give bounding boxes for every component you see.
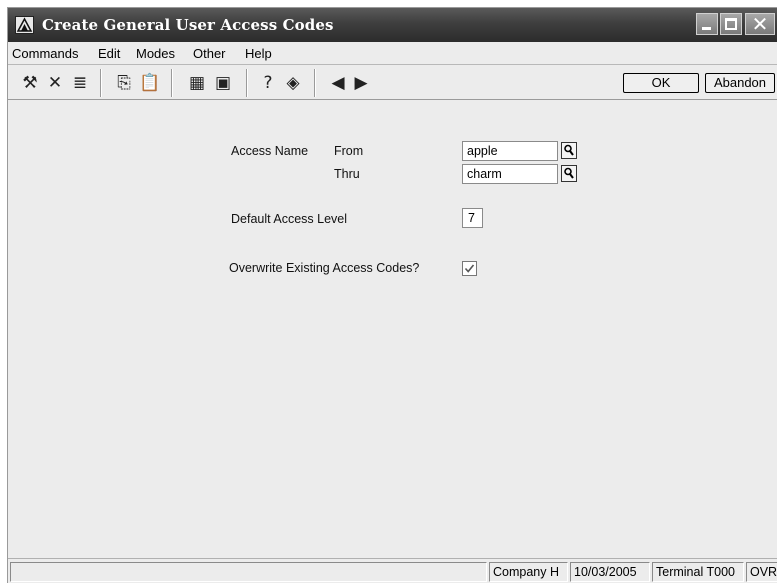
overwrite-label: Overwrite Existing Access Codes? — [229, 261, 420, 275]
book-icon[interactable]: ◈ — [282, 72, 304, 94]
abandon-button[interactable]: Abandon — [705, 73, 775, 93]
access-name-label: Access Name — [231, 144, 309, 158]
lookup-icon — [564, 167, 574, 179]
status-bar: Company H 10/03/2005 Terminal T000 OVR — [8, 558, 777, 583]
checkmark-icon — [464, 264, 475, 273]
menu-modes[interactable]: Modes — [136, 46, 175, 61]
back-icon[interactable]: ◀ — [327, 72, 349, 94]
menu-other[interactable]: Other — [193, 46, 226, 61]
close-button[interactable]: ✕ — [745, 12, 775, 36]
toolbar: ⚒ ✕ ≣ ⎘ 📋 ▦ ▣ ? ◈ ◀ ▶ OK Abandon — [8, 66, 777, 100]
maximize-button[interactable] — [720, 13, 742, 35]
maximize-icon — [725, 18, 737, 30]
delete-x-icon[interactable]: ✕ — [44, 72, 66, 94]
overwrite-checkbox[interactable] — [462, 261, 477, 276]
status-mode: OVR — [746, 562, 777, 582]
title-bar[interactable]: Create General User Access Codes ✕ — [8, 8, 777, 42]
minimize-button[interactable] — [696, 13, 718, 35]
paste-icon[interactable]: 📋 — [139, 72, 161, 94]
from-lookup-button[interactable] — [561, 142, 577, 159]
copy-icon[interactable]: ⎘ — [113, 72, 135, 94]
lookup-icon — [564, 144, 574, 156]
toolbar-separator — [171, 69, 173, 97]
app-window: Create General User Access Codes ✕ Comma… — [7, 7, 777, 583]
status-message — [10, 562, 487, 582]
menu-edit[interactable]: Edit — [98, 46, 120, 61]
status-company: Company H — [489, 562, 568, 582]
thru-label: Thru — [334, 167, 360, 181]
default-access-level-label: Default Access Level — [231, 212, 348, 226]
thru-lookup-button[interactable] — [561, 165, 577, 182]
minimize-icon — [702, 27, 711, 30]
default-access-level-input[interactable]: 7 — [462, 208, 483, 228]
window-title: Create General User Access Codes — [42, 16, 334, 34]
close-icon: ✕ — [751, 12, 769, 36]
tools-icon[interactable]: ⚒ — [19, 72, 41, 94]
ok-button[interactable]: OK — [623, 73, 699, 93]
list-icon[interactable]: ≣ — [69, 72, 91, 94]
toolbar-separator — [246, 69, 248, 97]
menu-bar: Commands Edit Modes Other Help — [8, 42, 777, 65]
access-name-thru-input[interactable]: charm — [462, 164, 558, 184]
menu-help[interactable]: Help — [245, 46, 272, 61]
toolbar-separator — [100, 69, 102, 97]
status-date: 10/03/2005 — [570, 562, 650, 582]
forward-icon[interactable]: ▶ — [350, 72, 372, 94]
from-label: From — [334, 144, 364, 158]
calendar-icon[interactable]: ▣ — [212, 72, 234, 94]
help-icon[interactable]: ? — [257, 72, 279, 94]
toolbar-separator — [314, 69, 316, 97]
calculator-icon[interactable]: ▦ — [186, 72, 208, 94]
form-area: Access Name From Thru apple charm Defaul… — [8, 101, 777, 556]
menu-commands[interactable]: Commands — [12, 46, 78, 61]
status-terminal: Terminal T000 — [652, 562, 744, 582]
access-name-from-input[interactable]: apple — [462, 141, 558, 161]
app-logo-icon[interactable] — [15, 16, 34, 34]
